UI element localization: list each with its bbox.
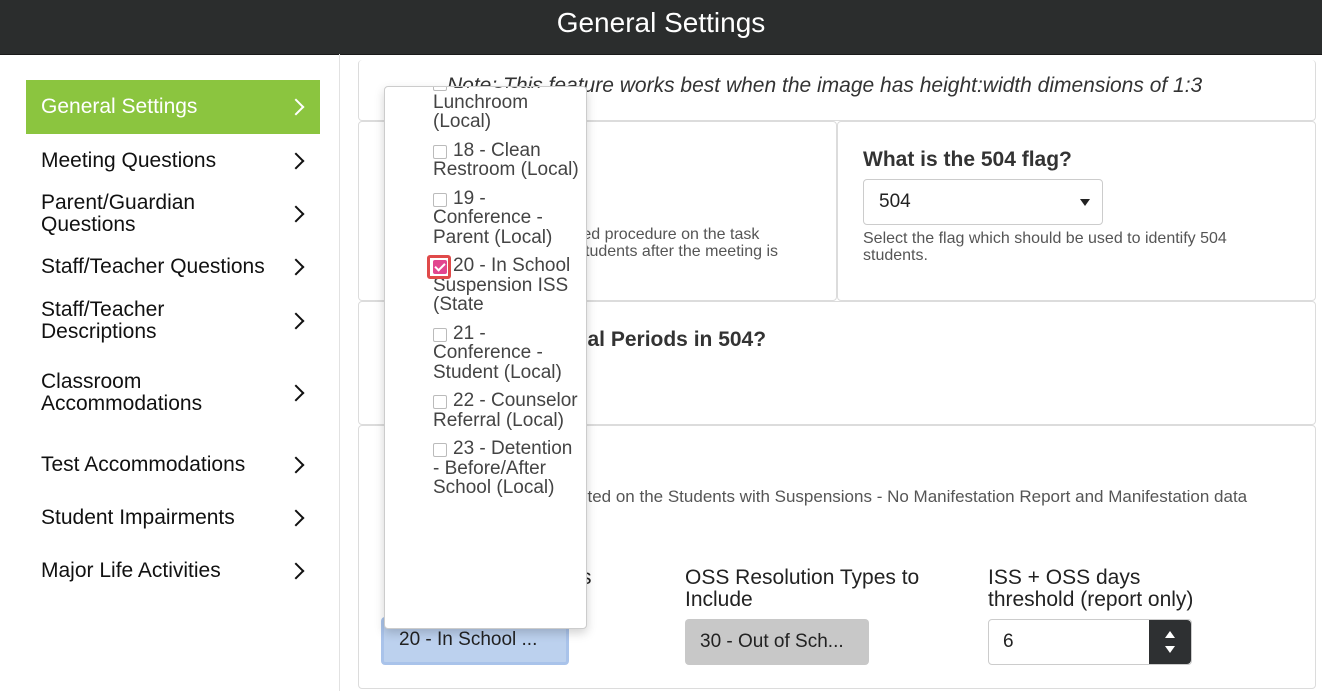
sidebar-item-meeting-questions[interactable]: Meeting Questions (26, 134, 320, 188)
oss-resolution-types-select[interactable]: 30 - Out of Sch... (685, 619, 869, 665)
threshold-value: 6 (1003, 631, 1014, 652)
chevron-right-icon (287, 98, 305, 116)
checkbox[interactable] (433, 87, 447, 91)
sidebar-item-label: General Settings (41, 95, 198, 118)
dropdown-option[interactable]: 21 - Conference - Student (Local) (385, 323, 586, 383)
sidebar-item-test-accommodations[interactable]: Test Accommodations (26, 438, 320, 492)
sidebar-nav: General Settings Meeting Questions Paren… (26, 80, 320, 598)
manifestation-help: cted on the Students with Suspensions - … (579, 487, 1248, 506)
chevron-right-icon (287, 258, 305, 276)
dropdown-option[interactable]: 19 - Conference - Parent (Local) (385, 188, 586, 248)
spinner-up-icon[interactable] (1165, 631, 1175, 638)
sidebar-item-staff-teacher-questions[interactable]: Staff/Teacher Questions (26, 240, 320, 294)
chevron-right-icon (287, 205, 305, 223)
checkbox[interactable] (433, 327, 447, 342)
chevron-right-icon (287, 152, 305, 170)
checkbox[interactable] (433, 144, 447, 159)
sidebar-item-classroom-accommodations[interactable]: Classroom Accommodations (26, 348, 320, 438)
sidebar-item-label: Staff/Teacher Descriptions (41, 298, 165, 343)
sidebar-item-general-settings[interactable]: General Settings (26, 80, 320, 134)
dropdown-option[interactable]: 22 - Counselor Referral (Local) (385, 391, 586, 430)
chevron-right-icon (287, 562, 305, 580)
flag-504-panel: What is the 504 flag? 504 Select the fla… (837, 121, 1316, 301)
sidebar-item-student-impairments[interactable]: Student Impairments (26, 492, 320, 544)
oss-selected: 30 - Out of Sch... (700, 631, 844, 652)
sidebar-item-label: Staff/Teacher Questions (41, 255, 265, 278)
caret-down-icon (1080, 199, 1090, 206)
page-title: General Settings (556, 7, 766, 38)
checkbox[interactable] (433, 443, 447, 457)
dropdown-option[interactable]: 18 - Clean Restroom (Local) (385, 140, 586, 180)
number-spinner[interactable] (1149, 620, 1191, 664)
sidebar-item-parent-guardian-questions[interactable]: Parent/Guardian Questions (26, 188, 320, 240)
sidebar-item-staff-teacher-descriptions[interactable]: Staff/Teacher Descriptions (26, 294, 320, 348)
chevron-right-icon (287, 312, 305, 330)
page-header: General Settings (0, 0, 1322, 55)
flag-504-title: What is the 504 flag? (863, 148, 1072, 171)
spinner-down-icon[interactable] (1165, 646, 1175, 653)
chevron-right-icon (287, 509, 305, 527)
dropdown-option[interactable]: 17 - Clean Lunchroom (Local) (385, 87, 586, 132)
checkbox[interactable] (433, 192, 447, 207)
sidebar-divider (339, 54, 340, 691)
sidebar-item-label: Major Life Activities (41, 559, 221, 582)
sidebar-item-major-life-activities[interactable]: Major Life Activities (26, 544, 320, 598)
sidebar-item-label: Test Accommodations (41, 453, 246, 476)
iss-selected: 20 - In School ... (399, 629, 538, 650)
threshold-input[interactable]: 6 (988, 619, 1192, 665)
oss-label: OSS Resolution Types to Include (685, 566, 920, 611)
sidebar-item-label: Parent/Guardian Questions (41, 191, 196, 236)
sidebar-item-label: Meeting Questions (41, 149, 217, 172)
iss-options-dropdown[interactable]: 17 - Clean Lunchroom (Local) 18 - Clean … (384, 86, 587, 629)
dropdown-option[interactable]: 23 - Detention - Before/After School (Lo… (385, 439, 586, 498)
sidebar-item-label: Student Impairments (41, 506, 235, 529)
sidebar-item-label: Classroom Accommodations (41, 370, 203, 415)
procedure-help: red procedure on the task students after… (577, 226, 778, 260)
dropdown-option-selected[interactable]: 20 - In School Suspension ISS (State (385, 255, 586, 315)
highlight-box (427, 255, 451, 279)
chevron-right-icon (287, 384, 305, 402)
flag-504-select[interactable]: 504 (863, 179, 1103, 225)
flag-504-selected: 504 (879, 191, 911, 212)
flag-504-help: Select the flag which should be used to … (863, 230, 1227, 264)
threshold-label: ISS + OSS days threshold (report only) (988, 566, 1194, 611)
chevron-right-icon (287, 456, 305, 474)
checkbox[interactable] (433, 395, 447, 409)
